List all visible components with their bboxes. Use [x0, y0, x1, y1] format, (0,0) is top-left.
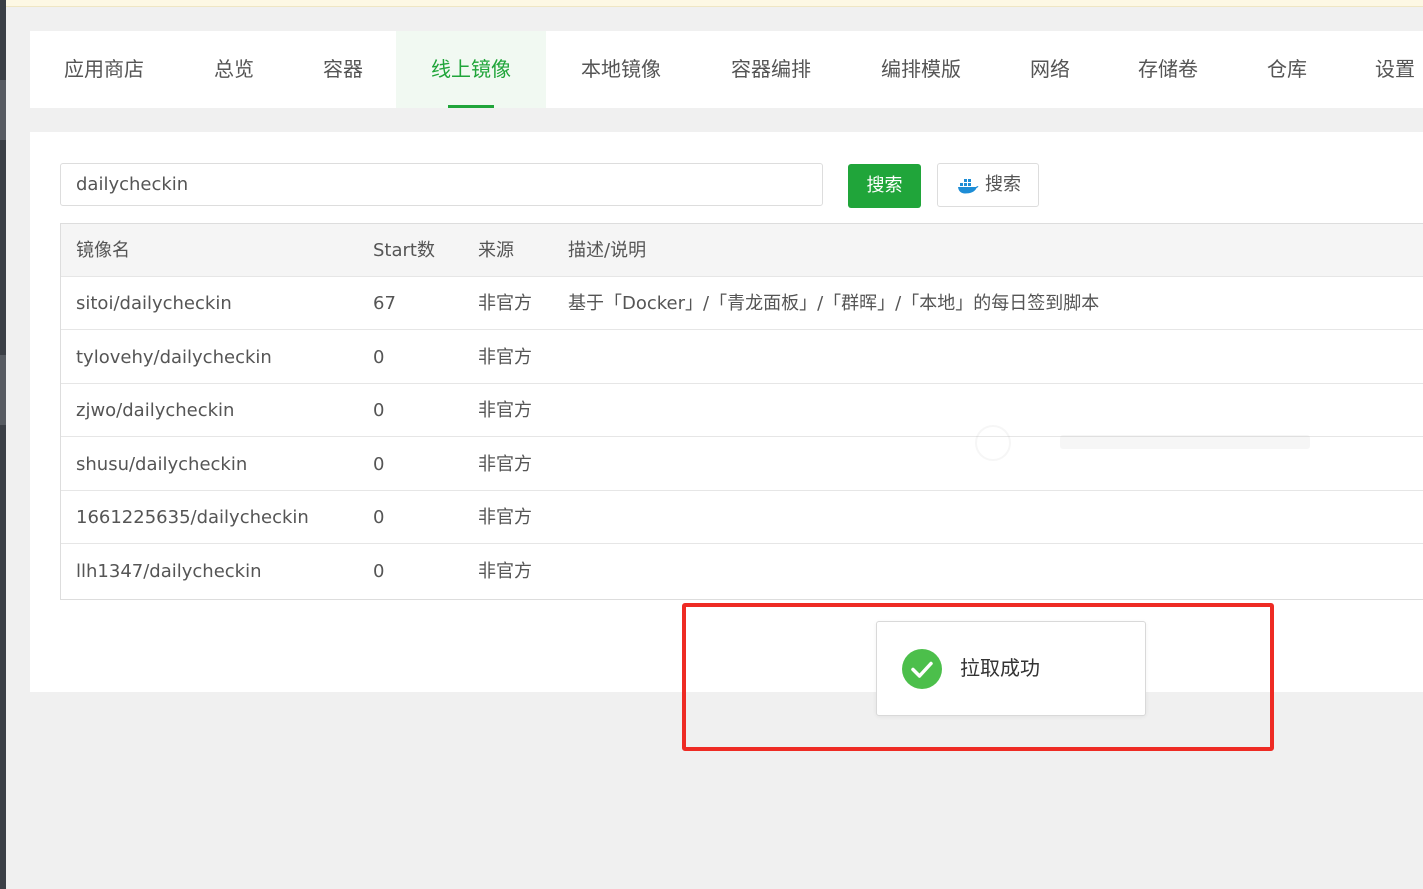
success-toast: 拉取成功 [876, 621, 1146, 716]
tab-label: 网络 [1030, 57, 1070, 81]
row-image-name: shusu/dailycheckin [76, 454, 248, 475]
tab-overview[interactable]: 总览 [178, 31, 290, 108]
row-source: 非官方 [478, 400, 532, 421]
tab-label: 设置 [1375, 57, 1415, 81]
tab-volumes[interactable]: 存储卷 [1104, 31, 1232, 108]
row-stars: 0 [373, 400, 385, 421]
row-source: 非官方 [478, 561, 532, 582]
row-stars: 0 [373, 507, 385, 528]
search-button[interactable]: 搜索 [848, 164, 921, 208]
docker-whale-icon [958, 179, 979, 194]
tab-label: 容器 [323, 57, 363, 81]
table-row[interactable]: tylovehy/dailycheckin 0 非官方 [61, 331, 1423, 384]
tab-online-images[interactable]: 线上镜像 [396, 31, 546, 108]
tab-label: 应用商店 [64, 57, 144, 81]
docker-search-label: 搜索 [985, 174, 1021, 195]
header-image-name: 镜像名 [76, 240, 130, 261]
window-left-edge [0, 0, 6, 889]
row-description: 基于「Docker」/「青龙面板」/「群晖」/「本地」的每日签到脚本 [568, 293, 1100, 314]
table-row[interactable]: zjwo/dailycheckin 0 非官方 [61, 384, 1423, 437]
row-stars: 0 [373, 454, 385, 475]
tab-label: 存储卷 [1138, 57, 1198, 81]
main-tab-bar: 应用商店 总览 容器 线上镜像 本地镜像 容器编排 编排模版 网络 存储卷 仓库… [30, 31, 1423, 108]
row-image-name: zjwo/dailycheckin [76, 400, 235, 421]
active-tab-indicator [448, 105, 494, 108]
table-row[interactable]: sitoi/dailycheckin 67 非官方 基于「Docker」/「青龙… [61, 277, 1423, 330]
row-image-name: sitoi/dailycheckin [76, 293, 232, 314]
tab-label: 仓库 [1267, 57, 1307, 81]
tab-label: 总览 [214, 57, 254, 81]
row-image-name: llh1347/dailycheckin [76, 561, 262, 582]
header-description: 描述/说明 [568, 240, 647, 261]
tab-label: 线上镜像 [431, 57, 511, 81]
table-row[interactable]: 1661225635/dailycheckin 0 非官方 [61, 491, 1423, 544]
toast-message: 拉取成功 [960, 656, 1040, 680]
tab-registry[interactable]: 仓库 [1232, 31, 1342, 108]
table-row[interactable]: shusu/dailycheckin 0 非官方 [61, 438, 1423, 491]
row-stars: 67 [373, 293, 396, 314]
row-stars: 0 [373, 561, 385, 582]
tab-containers[interactable]: 容器 [290, 31, 396, 108]
header-source: 来源 [478, 240, 514, 261]
table-header-row: 镜像名 Start数 来源 描述/说明 [61, 224, 1423, 277]
table-row[interactable]: llh1347/dailycheckin 0 非官方 [61, 545, 1423, 598]
tab-settings[interactable]: 设置 [1342, 31, 1423, 108]
check-circle-icon [902, 649, 942, 689]
image-search-input[interactable] [60, 163, 823, 206]
tab-local-images[interactable]: 本地镜像 [546, 31, 696, 108]
tab-label: 本地镜像 [581, 57, 661, 81]
image-results-table: 镜像名 Start数 来源 描述/说明 sitoi/dailycheckin 6… [60, 223, 1423, 600]
search-button-label: 搜索 [866, 175, 903, 196]
row-image-name: 1661225635/dailycheckin [76, 507, 309, 528]
row-source: 非官方 [478, 507, 532, 528]
row-source: 非官方 [478, 347, 532, 368]
tab-label: 编排模版 [881, 57, 961, 81]
docker-hub-search-button[interactable]: 搜索 [937, 163, 1039, 207]
row-stars: 0 [373, 347, 385, 368]
top-notice-strip [0, 0, 1423, 7]
row-source: 非官方 [478, 293, 532, 314]
tab-network[interactable]: 网络 [996, 31, 1104, 108]
header-stars: Start数 [373, 240, 435, 261]
tab-container-compose[interactable]: 容器编排 [696, 31, 846, 108]
tab-app-store[interactable]: 应用商店 [30, 31, 178, 108]
row-image-name: tylovehy/dailycheckin [76, 347, 272, 368]
row-source: 非官方 [478, 454, 532, 475]
tab-compose-templates[interactable]: 编排模版 [846, 31, 996, 108]
tab-label: 容器编排 [731, 57, 811, 81]
